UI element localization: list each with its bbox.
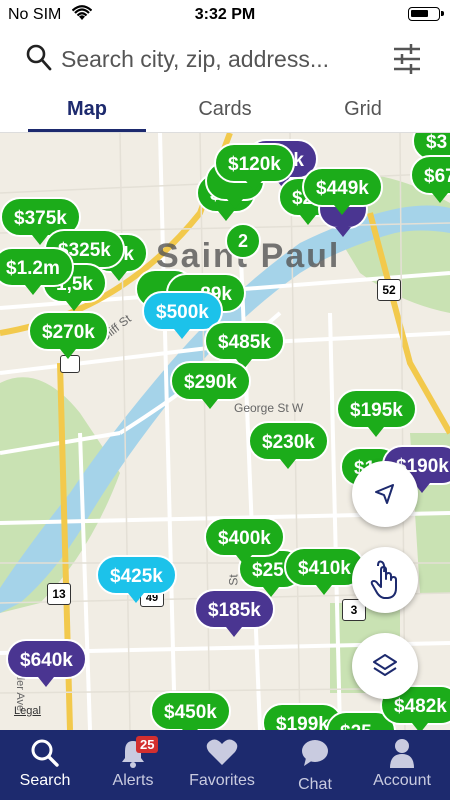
navigation-arrow-icon bbox=[375, 484, 394, 504]
price-pin[interactable]: $67 bbox=[410, 155, 450, 203]
nav-label: Favorites bbox=[189, 772, 255, 789]
tab-cards[interactable]: Cards bbox=[155, 98, 295, 121]
person-icon bbox=[390, 739, 414, 768]
alerts-badge: 25 bbox=[136, 736, 159, 753]
pin-pointer bbox=[38, 677, 55, 687]
pin-pointer bbox=[334, 205, 351, 215]
pin-pointer bbox=[202, 399, 219, 409]
price-pin[interactable]: $640k bbox=[6, 639, 87, 687]
map-view[interactable]: Saint Paul Cliff St George St W Wachtler… bbox=[0, 133, 450, 730]
pin-pointer bbox=[246, 181, 263, 191]
view-tabs: Map Cards Grid bbox=[0, 92, 450, 133]
pin-pointer bbox=[412, 723, 429, 730]
nav-alerts[interactable]: 25 Alerts bbox=[88, 730, 178, 800]
search-bar[interactable]: Search city, zip, address... bbox=[0, 30, 450, 90]
price-pin[interactable]: $185k bbox=[194, 589, 275, 637]
street-label-george: George St W bbox=[234, 401, 304, 415]
nav-favorites[interactable]: Favorites bbox=[177, 730, 267, 800]
search-icon bbox=[31, 739, 59, 767]
search-icon bbox=[26, 44, 52, 77]
price-pin[interactable]: $195k bbox=[336, 389, 417, 437]
clock: 3:32 PM bbox=[194, 6, 256, 23]
price-pin[interactable]: $450k bbox=[150, 691, 231, 730]
pin-pointer bbox=[226, 627, 243, 637]
pin-pointer bbox=[24, 285, 41, 295]
pin-pointer bbox=[218, 211, 234, 221]
bottom-nav: Search 25 Alerts Favorites Chat Account bbox=[0, 730, 450, 800]
price-pin[interactable]: $485k bbox=[204, 321, 285, 369]
hand-draw-icon bbox=[370, 560, 397, 599]
price-pin[interactable]: $1.2m bbox=[0, 247, 74, 295]
price-pin[interactable]: $290k bbox=[170, 361, 251, 409]
location-button[interactable] bbox=[352, 461, 418, 527]
heart-icon bbox=[206, 739, 238, 765]
chat-bubble-icon bbox=[302, 740, 328, 766]
filter-icon[interactable] bbox=[392, 42, 422, 81]
pin-pointer bbox=[432, 193, 448, 203]
price-pin[interactable]: $230k bbox=[248, 421, 329, 469]
active-tab-indicator bbox=[28, 129, 146, 132]
nav-label: Alerts bbox=[112, 772, 154, 789]
pin-pointer bbox=[280, 459, 297, 469]
nav-search[interactable]: Search bbox=[0, 730, 90, 800]
status-bar: No SIM 3:32 PM bbox=[0, 0, 450, 30]
map-layers-button[interactable] bbox=[352, 633, 418, 699]
highway-shield: 13 bbox=[47, 583, 71, 605]
pin-pointer bbox=[316, 585, 333, 595]
price-pin[interactable]: $120k bbox=[214, 143, 295, 191]
price-pin[interactable]: $270k bbox=[28, 311, 109, 359]
price-pin[interactable]: $449k bbox=[302, 167, 383, 215]
pin-pointer bbox=[300, 215, 316, 225]
pin-pointer bbox=[236, 555, 253, 565]
nav-account[interactable]: Account bbox=[357, 730, 447, 800]
search-input[interactable]: Search city, zip, address... bbox=[61, 46, 329, 73]
price-pin[interactable]: $425k bbox=[96, 555, 177, 603]
pin-pointer bbox=[111, 271, 127, 281]
nav-label: Search bbox=[19, 772, 71, 789]
pin-pointer bbox=[335, 227, 351, 237]
highway-shield: 52 bbox=[377, 279, 401, 301]
layers-icon bbox=[373, 654, 397, 676]
tab-grid[interactable]: Grid bbox=[293, 98, 433, 121]
pin-pointer bbox=[66, 301, 83, 311]
nav-chat[interactable]: Chat bbox=[270, 730, 360, 800]
pin-pointer bbox=[227, 199, 243, 209]
nav-label: Account bbox=[373, 772, 431, 789]
pin-pointer bbox=[174, 329, 191, 339]
pin-pointer bbox=[60, 349, 77, 359]
map-cluster[interactable]: 2 bbox=[225, 223, 261, 259]
battery-icon bbox=[408, 7, 444, 21]
nav-label: Chat bbox=[298, 776, 332, 793]
pin-pointer bbox=[368, 427, 385, 437]
pin-pointer bbox=[128, 593, 145, 603]
draw-search-button[interactable] bbox=[352, 547, 418, 613]
legal-link[interactable]: Legal bbox=[14, 705, 41, 717]
tab-map[interactable]: Map bbox=[17, 98, 157, 121]
price-pin[interactable]: $400k bbox=[204, 517, 285, 565]
